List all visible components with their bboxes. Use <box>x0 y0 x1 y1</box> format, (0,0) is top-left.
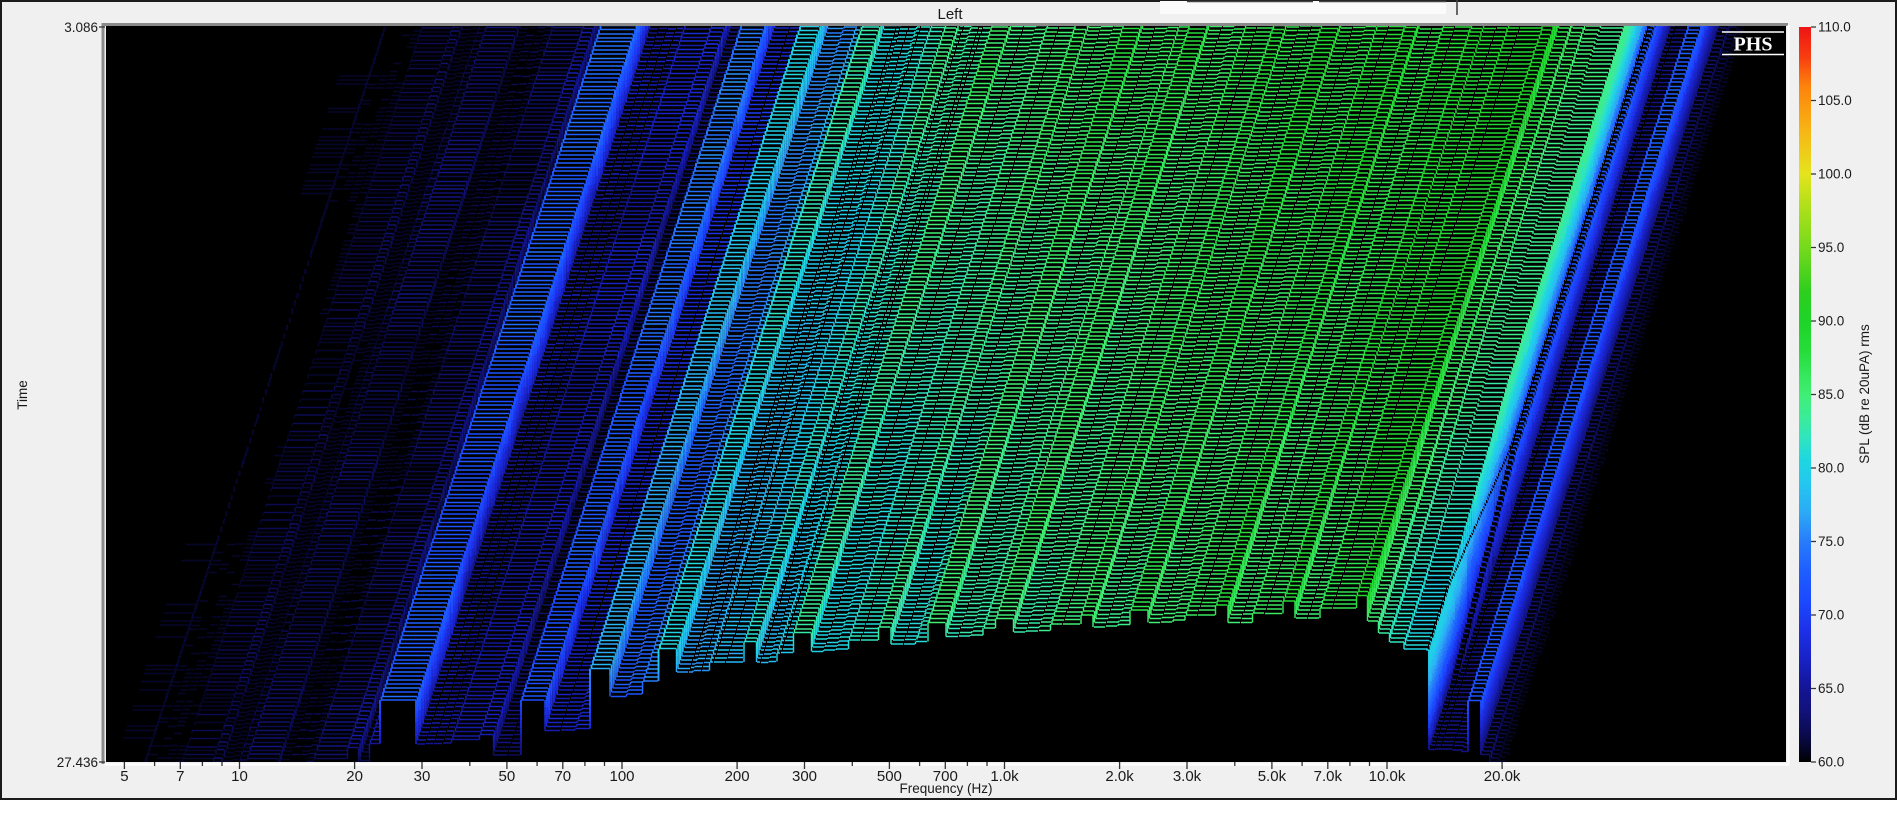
svg-text:85.0: 85.0 <box>1818 387 1844 402</box>
svg-text:100: 100 <box>609 768 634 785</box>
svg-text:10.0k: 10.0k <box>1369 768 1406 785</box>
svg-text:80.0: 80.0 <box>1818 461 1844 476</box>
svg-text:27.436: 27.436 <box>57 755 98 770</box>
svg-text:10: 10 <box>231 768 248 785</box>
svg-text:500: 500 <box>877 768 902 785</box>
svg-text:20: 20 <box>346 768 363 785</box>
svg-text:2.0k: 2.0k <box>1105 768 1134 785</box>
svg-text:5: 5 <box>120 768 128 785</box>
svg-text:1.0k: 1.0k <box>990 768 1019 785</box>
svg-text:90.0: 90.0 <box>1818 314 1844 329</box>
svg-text:PHS: PHS <box>1734 34 1773 56</box>
svg-text:105.0: 105.0 <box>1818 93 1852 108</box>
svg-text:60.0: 60.0 <box>1818 755 1844 770</box>
svg-text:200: 200 <box>725 768 750 785</box>
svg-text:3.086: 3.086 <box>64 20 98 35</box>
svg-text:95.0: 95.0 <box>1818 240 1844 255</box>
svg-text:Frequency (Hz): Frequency (Hz) <box>899 781 992 796</box>
svg-text:300: 300 <box>792 768 817 785</box>
svg-text:Left: Left <box>937 6 963 23</box>
svg-text:70.0: 70.0 <box>1818 608 1844 623</box>
svg-text:65.0: 65.0 <box>1818 681 1844 696</box>
svg-text:20.0k: 20.0k <box>1484 768 1521 785</box>
svg-text:SPL (dB re 20uPA) rms: SPL (dB re 20uPA) rms <box>1857 324 1872 464</box>
svg-text:50: 50 <box>499 768 516 785</box>
svg-text:5.0k: 5.0k <box>1258 768 1287 785</box>
svg-text:110.0: 110.0 <box>1818 20 1851 35</box>
svg-text:3.0k: 3.0k <box>1173 768 1202 785</box>
svg-text:Time: Time <box>15 380 30 410</box>
svg-text:75.0: 75.0 <box>1818 534 1844 549</box>
svg-text:100.0: 100.0 <box>1818 167 1852 182</box>
svg-text:7: 7 <box>176 768 184 785</box>
svg-text:30: 30 <box>414 768 431 785</box>
svg-text:70: 70 <box>554 768 571 785</box>
svg-text:7.0k: 7.0k <box>1314 768 1343 785</box>
